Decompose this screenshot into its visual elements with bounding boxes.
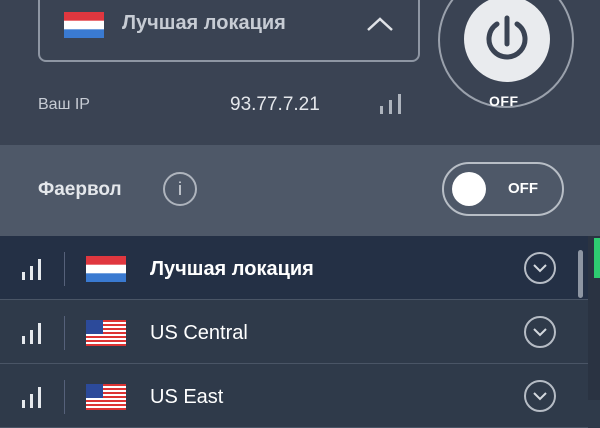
scrollbar-thumb[interactable] <box>578 250 583 298</box>
firewall-toggle-state: OFF <box>508 180 538 197</box>
chevron-up-icon <box>366 16 394 32</box>
list-item[interactable]: US Central <box>0 300 588 364</box>
expand-chevron-icon[interactable] <box>524 316 556 348</box>
signal-bars-icon <box>22 322 44 349</box>
row-divider <box>64 252 65 286</box>
power-button[interactable] <box>464 0 550 82</box>
location-name: US East <box>150 386 224 408</box>
location-name: US Central <box>150 322 248 344</box>
toggle-knob <box>452 172 486 206</box>
expand-chevron-icon[interactable] <box>524 252 556 284</box>
info-icon[interactable]: i <box>163 172 197 206</box>
usa-flag-icon <box>86 320 126 351</box>
location-list: Лучшая локация US Central US East <box>0 236 588 428</box>
location-name: Лучшая локация <box>150 258 314 280</box>
signal-bars-icon <box>22 258 44 285</box>
netherlands-flag-icon <box>86 256 126 287</box>
expand-chevron-icon[interactable] <box>524 380 556 412</box>
firewall-bar: Фаервол i OFF <box>0 145 600 236</box>
power-icon <box>486 15 528 60</box>
location-dropdown[interactable]: Лучшая локация <box>38 0 420 62</box>
firewall-label: Фаервол <box>38 179 122 200</box>
ip-label: Ваш IP <box>38 96 90 113</box>
list-item[interactable]: US East <box>0 364 588 428</box>
signal-bars-icon <box>380 92 406 121</box>
ip-value: 93.77.7.21 <box>230 94 320 115</box>
window-edge-accent <box>594 238 600 278</box>
connection-panel: Лучшая локация Ваш IP 93.77.7.21 OFF <box>0 0 600 145</box>
netherlands-flag-icon <box>64 12 104 43</box>
row-divider <box>64 316 65 350</box>
selected-location-label: Лучшая локация <box>122 12 286 34</box>
list-item[interactable]: Лучшая локация <box>0 236 588 300</box>
firewall-toggle[interactable]: OFF <box>442 162 564 216</box>
power-state-label: OFF <box>489 93 519 109</box>
row-divider <box>64 380 65 414</box>
